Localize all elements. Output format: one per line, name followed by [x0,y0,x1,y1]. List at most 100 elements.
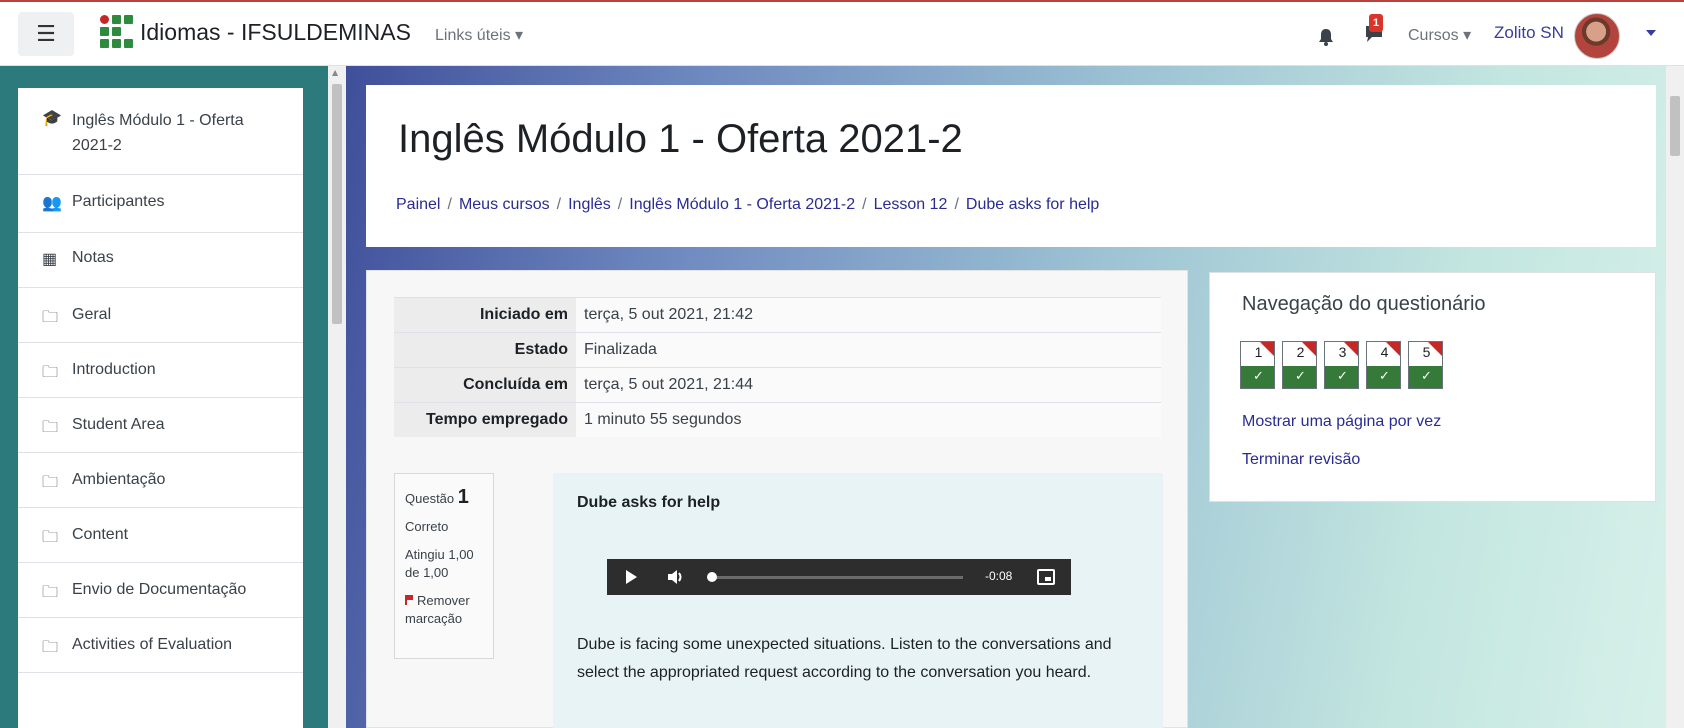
sidebar-item-label: Envio de Documentação [72,581,247,598]
check-icon: ✓ [1325,366,1358,388]
remove-flag-label: Remover marcação [405,593,470,626]
folder-icon: 🗀 [42,309,59,326]
check-icon: ✓ [1367,366,1400,388]
audio-time: -0:08 [985,569,1013,583]
sidebar-item-label: Content [72,526,129,543]
sidebar-item-notas[interactable]: ▦ Notas [18,233,303,288]
play-icon[interactable] [626,570,637,584]
picture-in-picture-icon[interactable] [1037,569,1055,585]
hamburger-icon: ☰ [36,21,56,47]
flag-icon [405,595,413,605]
summary-value: 1 minuto 55 segundos [576,402,1161,437]
sidebar-item-geral[interactable]: 🗀 Geral [18,288,303,343]
flag-corner-icon [1302,342,1316,356]
sidebar-item-envio-documentacao[interactable]: 🗀 Envio de Documentação [18,563,303,618]
sidebar-item-participantes[interactable]: 👥 Participantes [18,175,303,233]
audio-progress-knob[interactable] [707,572,717,582]
sidebar-item-label: Activities of Evaluation [72,636,233,653]
breadcrumb-course[interactable]: Inglês Módulo 1 - Oferta 2021-2 [629,196,855,213]
graduation-cap-icon: 🎓 [42,110,62,127]
institution-logo-icon[interactable] [100,15,136,53]
course-drawer: 🎓 Inglês Módulo 1 - Oferta 2021-2 👥 Part… [0,66,328,728]
show-one-page-link[interactable]: Mostrar uma página por vez [1242,413,1441,431]
quiz-nav-question-button[interactable]: 1 ✓ [1240,341,1275,389]
sidebar-item-student-area[interactable]: 🗀 Student Area [18,398,303,453]
question-name: Dube asks for help [577,494,721,511]
sidebar-item-label: Inglês Módulo 1 - Oferta 2021-2 [72,112,244,154]
breadcrumb-meus-cursos[interactable]: Meus cursos [459,196,550,213]
course-nav-list: 🎓 Inglês Módulo 1 - Oferta 2021-2 👥 Part… [18,88,303,728]
page-header: Inglês Módulo 1 - Oferta 2021-2 Painel / M… [366,85,1656,247]
drawer-scrollbar-thumb[interactable] [332,84,342,324]
table-icon: ▦ [42,251,58,268]
summary-value: Finalizada [576,332,1161,368]
folder-icon: 🗀 [42,529,59,546]
quiz-nav-question-button[interactable]: 2 ✓ [1282,341,1317,389]
folder-icon: 🗀 [42,584,59,601]
caret-down-icon: ▾ [1463,27,1472,44]
quiz-nav-question-button[interactable]: 5 ✓ [1408,341,1443,389]
audio-player[interactable]: -0:08 [607,559,1071,595]
breadcrumb-separator: / [954,196,959,213]
question-info: Questão 1 Correto Atingiu 1,00 de 1,00 R… [394,473,494,659]
folder-icon: 🗀 [42,419,59,436]
breadcrumb-separator: / [556,196,562,213]
user-name[interactable]: Zolito SN [1494,23,1564,43]
breadcrumb-lesson[interactable]: Lesson 12 [874,196,948,213]
scroll-up-arrow-icon[interactable]: ▲ [332,68,338,77]
finish-review-link[interactable]: Terminar revisão [1242,451,1360,469]
sidebar-item-label: Geral [72,306,112,323]
summary-label: Iniciado em [394,297,576,333]
table-row: Tempo empregado 1 minuto 55 segundos [394,402,1161,437]
sidebar-item-activities-evaluation[interactable]: 🗀 Activities of Evaluation [18,618,303,673]
flag-corner-icon [1386,342,1400,356]
question-text: Dube is facing some unexpected situation… [577,636,1112,681]
user-menu-caret-icon[interactable] [1646,30,1656,36]
sidebar-item-label: Notas [72,249,114,266]
remove-flag-link[interactable]: Remover marcação [405,592,485,628]
quiz-nav-question-button[interactable]: 4 ✓ [1366,341,1401,389]
check-icon: ✓ [1409,366,1442,388]
sidebar-item-content[interactable]: 🗀 Content [18,508,303,563]
question-number-value: 1 [457,486,469,508]
flag-corner-icon [1260,342,1274,356]
check-icon: ✓ [1241,366,1274,388]
folder-icon: 🗀 [42,639,59,656]
bell-icon[interactable] [1318,28,1334,46]
sidebar-item-ambientacao[interactable]: 🗀 Ambientação [18,453,303,508]
top-navbar: ☰ Idiomas - IFSULDEMINAS Links úteis ▾ 1… [0,0,1684,66]
breadcrumb-separator: / [447,196,452,213]
breadcrumb-separator: / [862,196,867,213]
summary-label: Tempo empregado [394,402,576,437]
courses-menu[interactable]: Cursos ▾ [1408,25,1471,45]
drawer-scrollbar[interactable]: ▲ [328,66,346,728]
question-grade: Atingiu 1,00 de 1,00 [405,547,474,580]
quiz-nav-question-button[interactable]: 3 ✓ [1324,341,1359,389]
menu-toggle-button[interactable]: ☰ [18,12,74,56]
page-scrollbar-thumb[interactable] [1670,96,1680,156]
site-brand[interactable]: Idiomas - IFSULDEMINAS [140,19,411,46]
sidebar-item-introduction[interactable]: 🗀 Introduction [18,343,303,398]
question-status: Correto [405,519,449,534]
breadcrumb-ingles[interactable]: Inglês [568,196,611,213]
volume-icon[interactable] [667,569,685,585]
flag-corner-icon [1344,342,1358,356]
attempt-summary-table: Iniciado em terça, 5 out 2021, 21:42 Esta… [394,297,1161,437]
quiz-navigation-title: Navegação do questionário [1242,293,1486,315]
links-uteis-menu[interactable]: Links úteis ▾ [435,25,523,45]
check-icon: ✓ [1283,366,1316,388]
breadcrumb-painel[interactable]: Painel [396,196,440,213]
sidebar-item-course[interactable]: 🎓 Inglês Módulo 1 - Oferta 2021-2 [18,88,303,175]
courses-menu-label: Cursos [1408,27,1459,44]
avatar[interactable] [1574,13,1620,59]
sidebar-item-label: Introduction [72,361,156,378]
sidebar-item-label: Ambientação [72,471,166,488]
audio-progress-track[interactable] [711,576,963,579]
table-row: Estado Finalizada [394,332,1161,368]
summary-label: Estado [394,332,576,368]
breadcrumb-activity[interactable]: Dube asks for help [966,196,1099,213]
summary-value: terça, 5 out 2021, 21:44 [576,367,1161,403]
table-row: Iniciado em terça, 5 out 2021, 21:42 [394,297,1161,333]
page-scrollbar[interactable] [1666,66,1684,728]
sidebar-item-label: Participantes [72,193,165,210]
